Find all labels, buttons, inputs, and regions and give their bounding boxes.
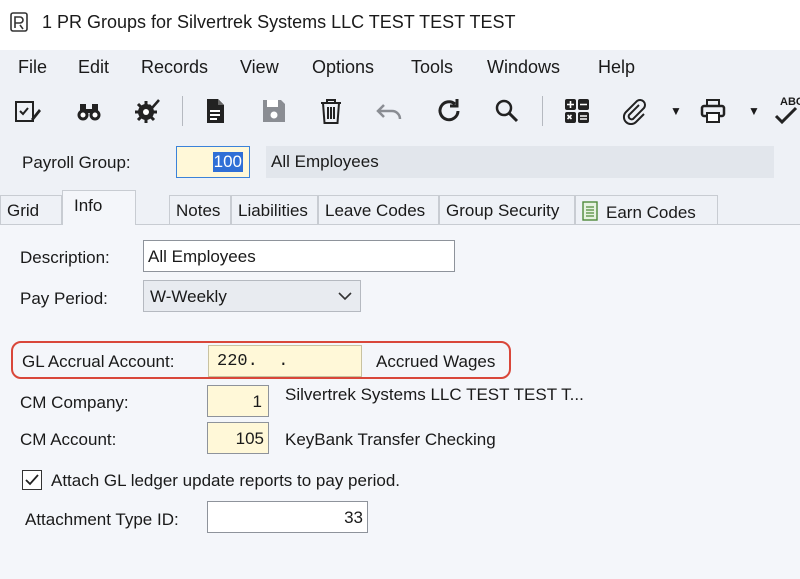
gl-accrual-value: 220. . [217, 352, 289, 371]
tab-notes[interactable]: Notes [169, 195, 231, 224]
menu-view[interactable]: View [240, 57, 279, 78]
payroll-group-label: Payroll Group: [22, 153, 131, 172]
tab-liabilities[interactable]: Liabilities [231, 195, 318, 224]
menu-edit[interactable]: Edit [78, 57, 109, 78]
window-title: 1 PR Groups for Silvertrek Systems LLC T… [42, 12, 516, 32]
paperclip-dropdown-icon[interactable]: ▼ [670, 104, 682, 118]
menu-file[interactable]: File [18, 57, 47, 78]
cm-company-description: Silvertrek Systems LLC TEST TEST T... [285, 385, 584, 404]
attach-ledger-checkbox[interactable] [22, 470, 42, 490]
trash-icon[interactable] [314, 94, 348, 128]
tab-group-security[interactable]: Group Security [439, 195, 575, 224]
attachment-type-input[interactable]: 33 [207, 501, 368, 533]
pay-period-select[interactable]: W-Weekly [143, 280, 361, 312]
menu-windows[interactable]: Windows [487, 57, 560, 78]
tab-group-security-label: Group Security [446, 201, 560, 220]
tab-leave-codes-label: Leave Codes [325, 201, 426, 220]
gl-accrual-label: GL Accrual Account: [22, 352, 175, 371]
cm-account-input[interactable]: 105 [207, 422, 269, 454]
calculator-icon[interactable] [560, 94, 594, 128]
gear-check-icon[interactable] [130, 94, 164, 128]
menu-records[interactable]: Records [141, 57, 208, 78]
cm-account-description: KeyBank Transfer Checking [285, 430, 496, 449]
gl-accrual-input[interactable]: 220. . [208, 345, 362, 377]
attachment-type-value: 33 [344, 508, 363, 527]
attach-ledger-label[interactable]: Attach GL ledger update reports to pay p… [51, 471, 400, 491]
pay-period-label: Pay Period: [20, 289, 108, 308]
pay-period-value: W-Weekly [150, 287, 227, 306]
menu-help[interactable]: Help [598, 57, 635, 78]
document-icon[interactable] [198, 94, 232, 128]
paperclip-icon[interactable] [616, 94, 650, 128]
spellcheck-icon[interactable]: ABC [772, 94, 800, 128]
save-icon[interactable] [257, 94, 291, 128]
refresh-icon[interactable] [432, 94, 466, 128]
toolbar: ▼ ▼ ABC [0, 84, 800, 138]
menu-options[interactable]: Options [312, 57, 374, 78]
tab-earn-codes[interactable]: Earn Codes [575, 195, 718, 224]
earn-codes-sheet-icon [582, 201, 598, 221]
printer-dropdown-icon[interactable]: ▼ [748, 104, 760, 118]
payroll-group-description-text: All Employees [271, 152, 379, 171]
description-label: Description: [20, 248, 110, 267]
printer-icon[interactable] [696, 94, 730, 128]
tab-info-label: Info [74, 196, 103, 215]
cm-company-value: 1 [252, 392, 262, 411]
tab-notes-label: Notes [176, 201, 221, 220]
app-icon [10, 12, 28, 32]
checkmark-icon [25, 474, 39, 486]
payroll-group-input[interactable]: 100 [176, 146, 250, 178]
tab-grid-label: Grid [7, 201, 40, 220]
title-bar: 1 PR Groups for Silvertrek Systems LLC T… [0, 0, 800, 44]
description-input[interactable]: All Employees [143, 240, 455, 272]
tab-info[interactable]: Info [62, 190, 136, 225]
attachment-type-label: Attachment Type ID: [25, 510, 179, 529]
cm-company-label: CM Company: [20, 393, 129, 412]
cm-company-input[interactable]: 1 [207, 385, 269, 417]
binoculars-icon[interactable] [72, 94, 106, 128]
payroll-group-value: 100 [212, 152, 243, 172]
tab-grid[interactable]: Grid [0, 195, 62, 224]
tab-earn-codes-label: Earn Codes [606, 203, 696, 222]
menu-bar: File Edit Records View Options Tools Win… [0, 50, 800, 84]
tab-leave-codes[interactable]: Leave Codes [318, 195, 439, 224]
payroll-group-description: All Employees [266, 146, 774, 178]
menu-tools[interactable]: Tools [411, 57, 453, 78]
search-icon[interactable] [490, 94, 524, 128]
checklist-edit-icon[interactable] [10, 94, 44, 128]
cm-account-value: 105 [235, 429, 264, 448]
cm-account-label: CM Account: [20, 430, 117, 449]
gl-accrual-description: Accrued Wages [376, 352, 496, 371]
undo-icon[interactable] [372, 94, 406, 128]
chevron-down-icon [338, 292, 352, 301]
tab-liabilities-label: Liabilities [238, 201, 308, 220]
description-value: All Employees [148, 247, 256, 266]
